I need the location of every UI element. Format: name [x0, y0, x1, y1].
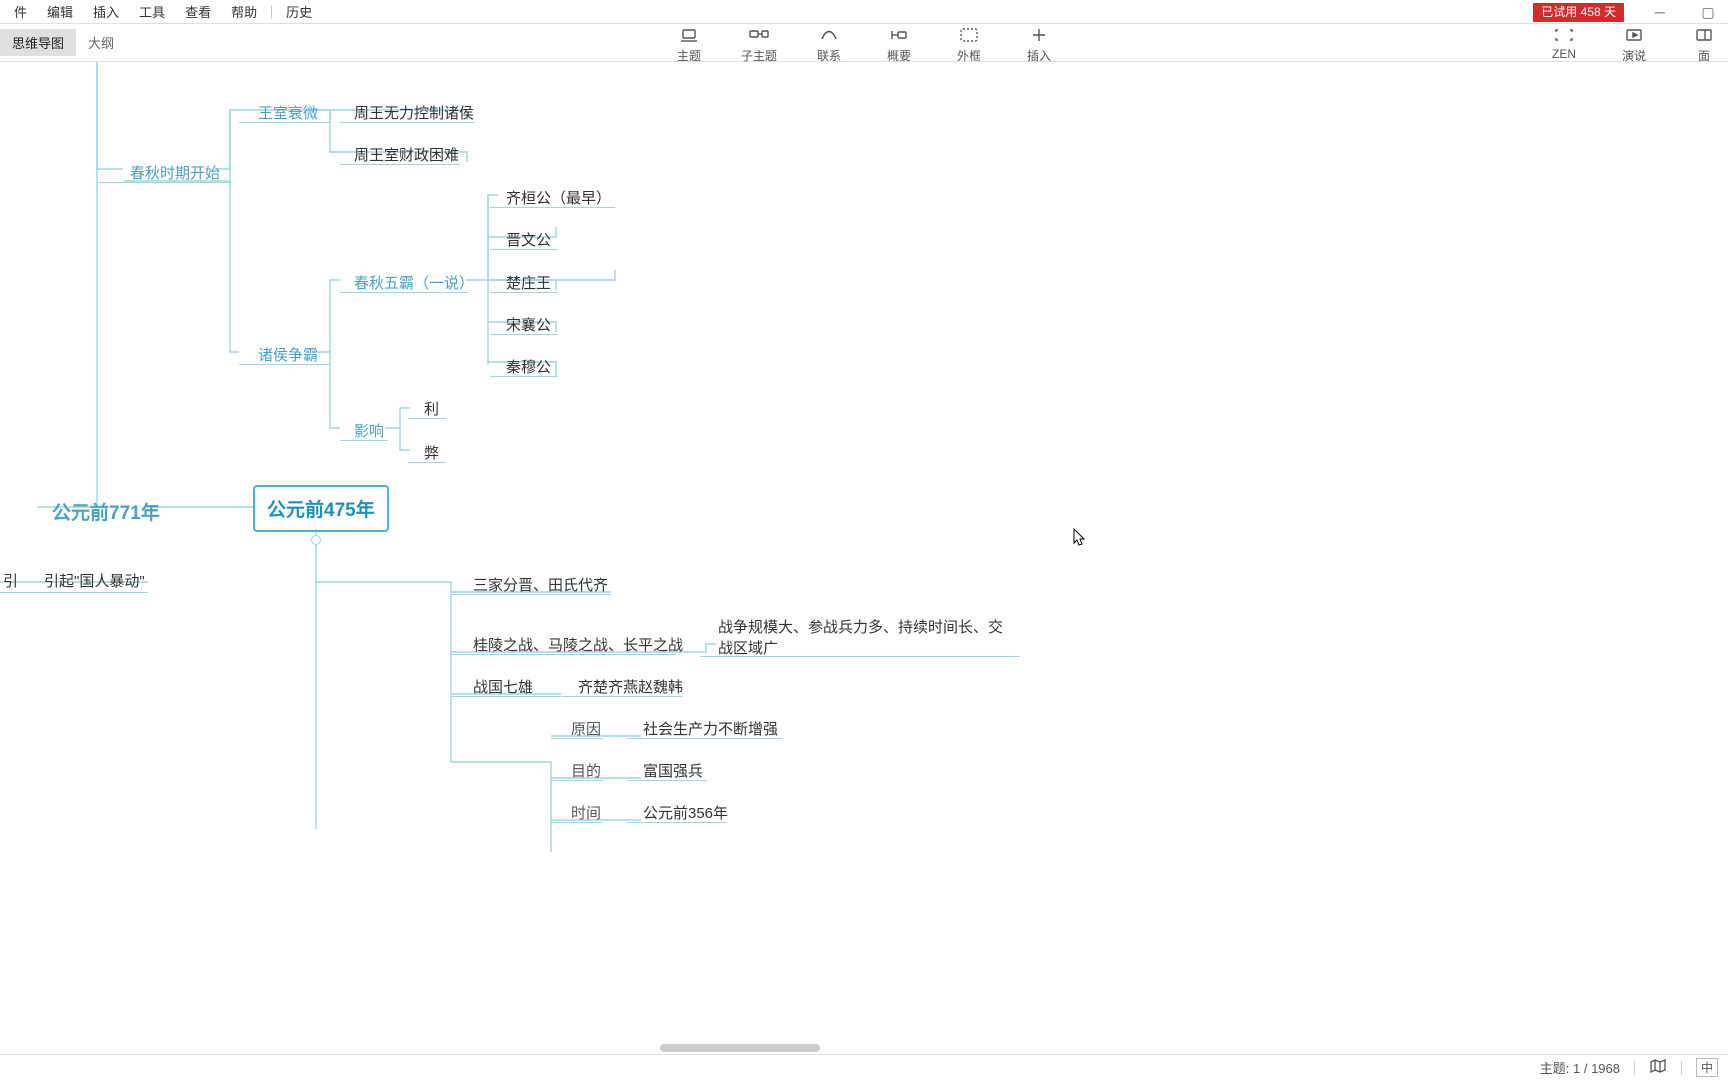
menu-tools[interactable]: 工具 [129, 0, 175, 23]
present-icon [1623, 26, 1645, 44]
underline [490, 207, 615, 208]
menu-view[interactable]: 查看 [175, 0, 221, 23]
relation-icon [818, 26, 840, 44]
node-riot-partial[interactable]: 引 [0, 566, 26, 595]
menu-bar: 件 编辑 插入 工具 查看 帮助 历史 [0, 0, 1728, 24]
node-bc475-selected[interactable]: 公元前475年 [253, 485, 389, 532]
underline [562, 696, 682, 697]
underline [340, 164, 460, 165]
status-sep [1681, 1061, 1682, 1075]
underline [700, 656, 1020, 657]
tab-mindmap[interactable]: 思维导图 [0, 29, 76, 56]
underline [551, 780, 603, 781]
toolbar-center: 主题 子主题 联系 概要 外框 插入 [669, 26, 1059, 64]
toolbar-label: ZEN [1552, 47, 1576, 61]
underline [627, 780, 707, 781]
trial-badge[interactable]: 已试用 458 天 [1533, 3, 1624, 22]
ime-indicator[interactable]: 中 [1696, 1058, 1718, 1077]
toolbar-relation[interactable]: 联系 [809, 26, 849, 64]
menu-history[interactable]: 历史 [276, 0, 322, 23]
topic-icon [678, 26, 700, 44]
underline [451, 696, 561, 697]
tab-outline[interactable]: 大纲 [76, 29, 126, 56]
window-minimize-icon[interactable]: ─ [1648, 4, 1672, 20]
summary-icon [888, 26, 910, 44]
underline [627, 822, 727, 823]
panel-icon [1693, 26, 1715, 44]
underline [551, 822, 603, 823]
toolbar-subtopic[interactable]: 子主题 [739, 26, 779, 64]
toolbar-topic[interactable]: 主题 [669, 26, 709, 64]
underline [239, 364, 330, 365]
node-riot[interactable]: 引起"国人暴动" [36, 566, 153, 595]
mindmap-canvas[interactable]: 公元前771年 公元前475年 引 引起"国人暴动" 春秋时期开始 王室衰微 周… [0, 62, 1728, 1052]
node-war-scale[interactable]: 战争规模大、参战兵力多、持续时间长、交战区域广 [710, 612, 1020, 662]
menu-file[interactable]: 件 [4, 0, 37, 23]
underline [627, 738, 782, 739]
plus-icon [1028, 26, 1050, 44]
underline [451, 594, 611, 595]
connectors [0, 62, 1728, 892]
hscrollbar-track[interactable] [0, 1044, 1728, 1052]
toolbar-zen[interactable]: ZEN [1544, 26, 1584, 64]
toolbar-panel[interactable]: 面 [1684, 26, 1724, 64]
underline [0, 592, 148, 593]
underline [340, 122, 475, 123]
underline [551, 738, 603, 739]
underline [490, 292, 558, 293]
underline [490, 376, 558, 377]
collapse-toggle-icon[interactable] [311, 535, 321, 545]
subtopic-icon [748, 26, 770, 44]
boundary-icon [958, 26, 980, 44]
underline [490, 334, 558, 335]
menu-help[interactable]: 帮助 [221, 0, 267, 23]
status-sep [1634, 1061, 1635, 1075]
status-topic-label: 主题: 1 / 1968 [1540, 1058, 1620, 1077]
underline [97, 182, 231, 183]
hscrollbar-thumb[interactable] [660, 1044, 820, 1052]
window-maximize-icon[interactable]: ▢ [1696, 4, 1720, 21]
toolbar-summary[interactable]: 概要 [879, 26, 919, 64]
node-bc771[interactable]: 公元前771年 [44, 494, 168, 529]
underline [490, 249, 558, 250]
menu-edit[interactable]: 编辑 [37, 0, 83, 23]
fullscreen-icon [1553, 26, 1575, 44]
menu-sep [271, 5, 272, 19]
toolbar-present[interactable]: 演说 [1614, 26, 1654, 64]
underline [451, 654, 676, 655]
toolbar-insert[interactable]: 插入 [1019, 26, 1059, 64]
toolbar-right: ZEN 演说 面 [1544, 26, 1724, 64]
toolbar-boundary[interactable]: 外框 [949, 26, 989, 64]
status-bar: 主题: 1 / 1968 中 [0, 1054, 1728, 1080]
map-icon[interactable] [1649, 1059, 1667, 1076]
underline [239, 122, 330, 123]
menu-insert[interactable]: 插入 [83, 0, 129, 23]
underline [340, 440, 388, 441]
underline [408, 418, 446, 419]
underline [340, 292, 468, 293]
cursor-icon [1073, 528, 1087, 548]
underline [408, 462, 446, 463]
window-controls: 已试用 458 天 ─ ▢ [1533, 0, 1728, 24]
